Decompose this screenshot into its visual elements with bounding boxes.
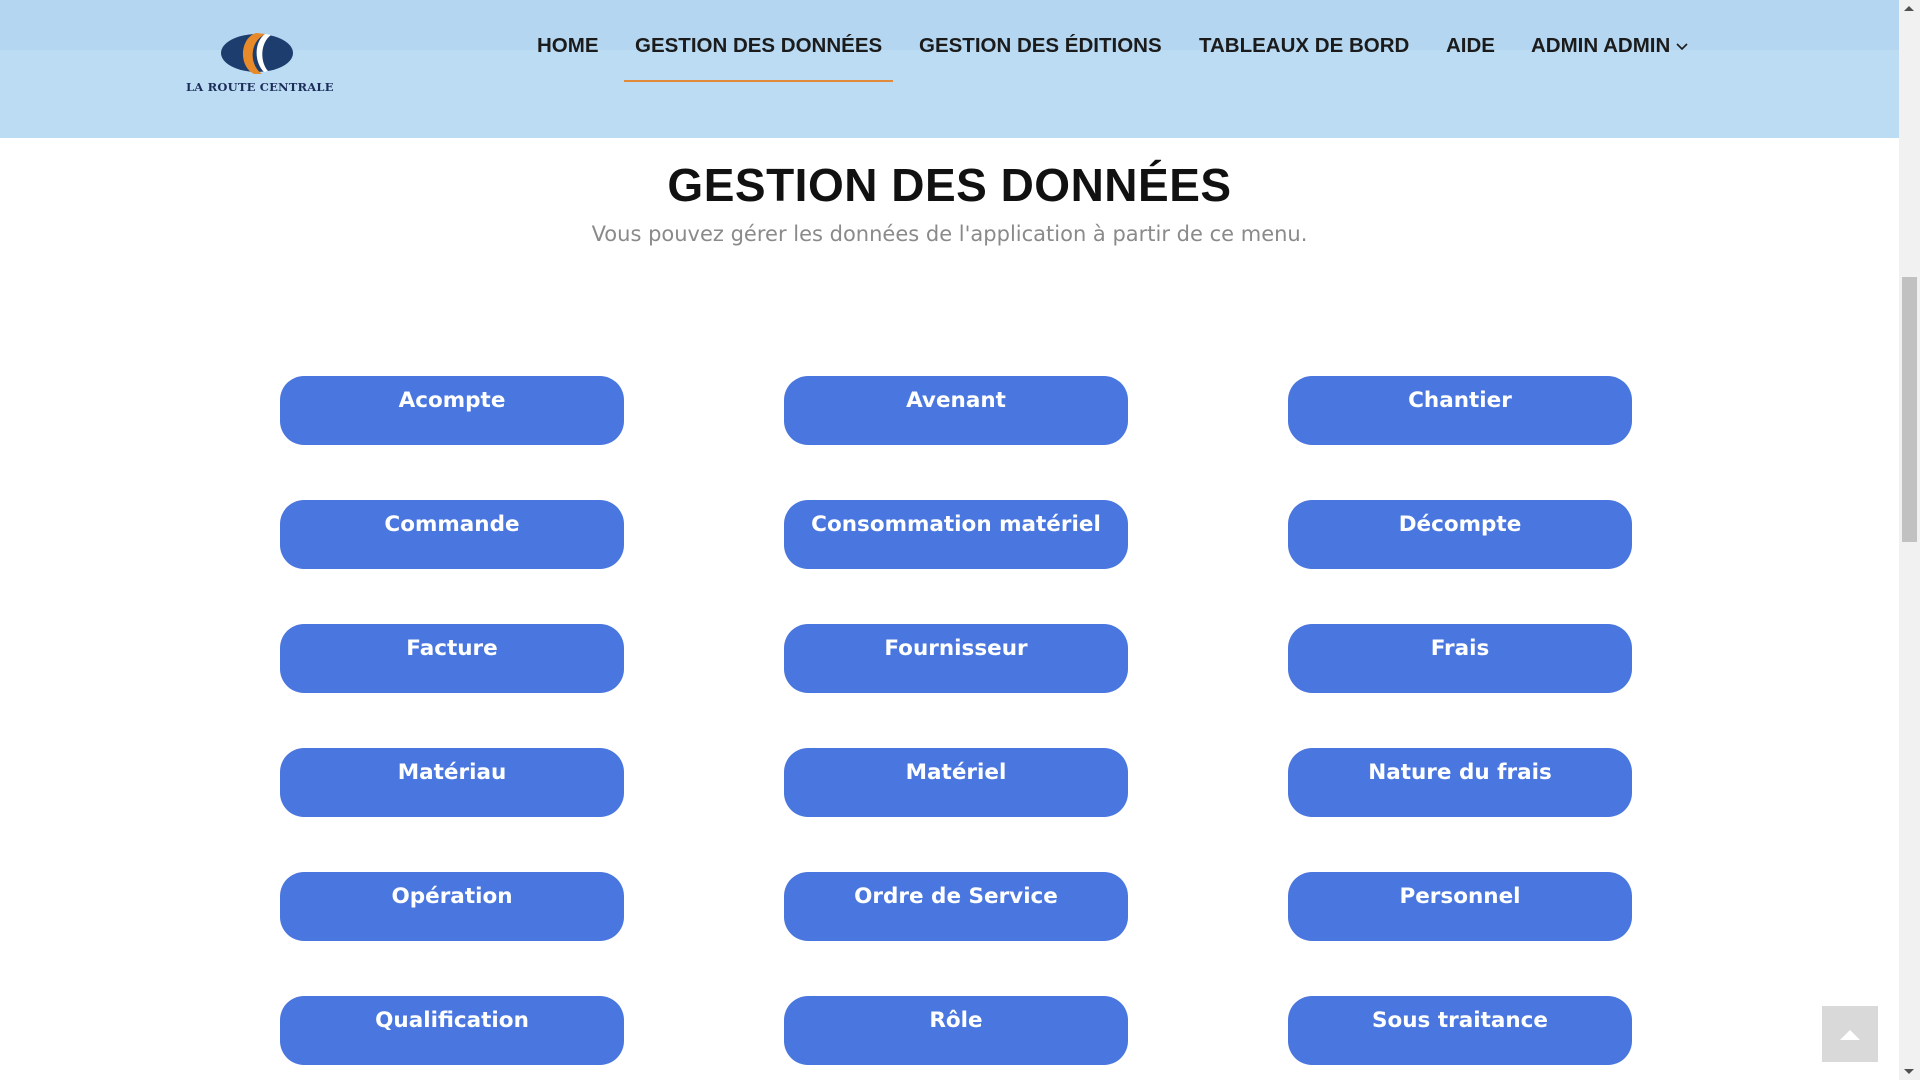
nature-du-frais-button[interactable]: Nature du frais	[1288, 748, 1632, 817]
nav-gestion-editions[interactable]: GESTION DES ÉDITIONS	[919, 34, 1162, 58]
facture-button[interactable]: Facture	[280, 624, 624, 693]
nav-gestion-donnees[interactable]: GESTION DES DONNÉES	[623, 34, 894, 82]
main-nav: HOME GESTION DES DONNÉES GESTION DES ÉDI…	[0, 30, 1899, 82]
nav-admin-dropdown[interactable]: ADMIN ADMIN	[1531, 34, 1688, 58]
chevron-down-icon	[1676, 43, 1688, 50]
site-header: LA ROUTE CENTRALE HOME GESTION DES DONNÉ…	[0, 0, 1899, 138]
nav-tableaux-de-bord[interactable]: TABLEAUX DE BORD	[1199, 34, 1409, 58]
page-subtitle: Vous pouvez gérer les données de l'appli…	[591, 222, 1308, 246]
acompte-button[interactable]: Acompte	[280, 376, 624, 445]
nav-home[interactable]: HOME	[537, 34, 599, 58]
chevron-up-icon	[1840, 1030, 1860, 1040]
personnel-button[interactable]: Personnel	[1288, 872, 1632, 941]
fournisseur-button[interactable]: Fournisseur	[784, 624, 1128, 693]
frais-button[interactable]: Frais	[1288, 624, 1632, 693]
chantier-button[interactable]: Chantier	[1288, 376, 1632, 445]
sous-traitance-button[interactable]: Sous traitance	[1288, 996, 1632, 1065]
consommation-materiel-button[interactable]: Consommation matériel	[784, 500, 1128, 569]
operation-button[interactable]: Opération	[280, 872, 624, 941]
page-scrollbar[interactable]	[1899, 0, 1920, 1080]
nav-admin-label: ADMIN ADMIN	[1531, 34, 1671, 57]
nav-aide[interactable]: AIDE	[1446, 34, 1495, 58]
ordre-de-service-button[interactable]: Ordre de Service	[784, 872, 1128, 941]
scrollbar-thumb[interactable]	[1902, 277, 1917, 542]
data-menu-grid: Acompte Avenant Chantier Commande Consom…	[280, 376, 1633, 1065]
avenant-button[interactable]: Avenant	[784, 376, 1128, 445]
materiel-button[interactable]: Matériel	[784, 748, 1128, 817]
brand-name: LA ROUTE CENTRALE	[186, 80, 334, 94]
page-title: GESTION DES DONNÉES	[667, 159, 1232, 211]
qualification-button[interactable]: Qualification	[280, 996, 624, 1065]
decompte-button[interactable]: Décompte	[1288, 500, 1632, 569]
materiau-button[interactable]: Matériau	[280, 748, 624, 817]
role-button[interactable]: Rôle	[784, 996, 1128, 1065]
scroll-up-arrow-icon[interactable]	[1904, 6, 1914, 11]
back-to-top-button[interactable]	[1822, 1006, 1878, 1062]
commande-button[interactable]: Commande	[280, 500, 624, 569]
scroll-down-arrow-icon[interactable]	[1904, 1069, 1914, 1074]
